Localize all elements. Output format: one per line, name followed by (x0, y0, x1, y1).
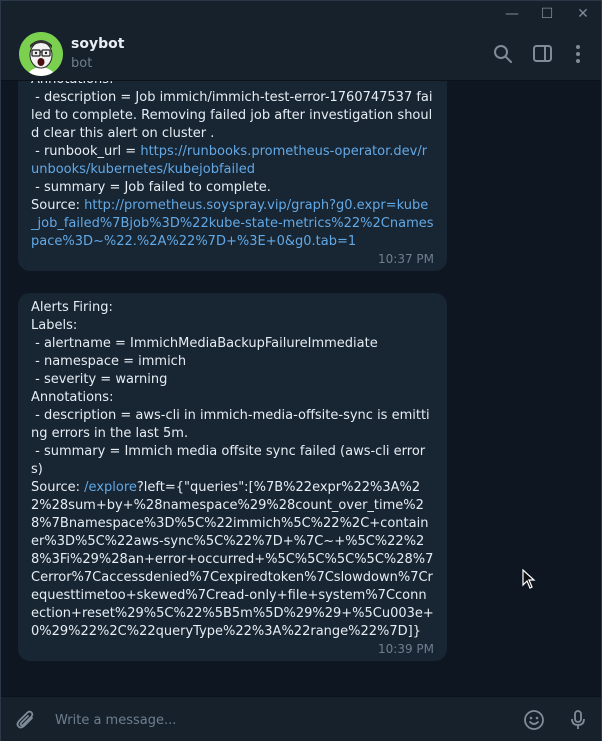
emoji-icon[interactable] (521, 707, 547, 733)
attach-icon[interactable] (13, 707, 39, 733)
maximize-button[interactable]: ☐ (533, 4, 561, 24)
message-line: - summary = Immich media offsite sync fa… (31, 444, 426, 477)
message-line: - runbook_url = https://runbooks.prometh… (31, 143, 434, 179)
chat-title: soybot (71, 36, 125, 52)
bot-avatar-icon (19, 32, 63, 76)
explore-link[interactable]: /explore (84, 480, 137, 495)
chat-subtitle: bot (71, 56, 93, 71)
source-link[interactable]: http://prometheus.soyspray.vip/graph?g0.… (31, 198, 434, 249)
app-window: — ☐ ✕ soybot bot - description = Job imm… (0, 0, 602, 741)
composer (1, 696, 601, 741)
message-line: - description = aws-cli in immich-media-… (31, 408, 430, 441)
search-icon[interactable] (490, 41, 516, 67)
line-prefix: Source: (31, 198, 85, 213)
line-prefix: - runbook_url = (31, 144, 141, 159)
message-line: - severity = warning (31, 372, 168, 387)
chat-header[interactable]: soybot bot (1, 27, 601, 81)
minimize-button[interactable]: — (498, 4, 526, 24)
line-suffix: ?left={"queries":[%7B%22expr%22%3A%22%28… (31, 480, 434, 639)
close-button[interactable]: ✕ (569, 4, 597, 24)
mouse-cursor-icon (522, 569, 536, 589)
more-vert-icon[interactable] (565, 41, 591, 67)
message-time: 10:39 PM (378, 642, 434, 656)
message-line: - summary = Job failed to complete. (31, 180, 271, 195)
message-line: Labels: (31, 318, 78, 333)
message-line: Source: http://prometheus.soyspray.vip/g… (31, 197, 434, 251)
message-line: - alertname = ImmichMediaBackupFailureIm… (31, 336, 378, 351)
message-list[interactable]: Annotations: - description = Job immich/… (1, 81, 601, 696)
avatar[interactable] (19, 32, 63, 76)
message-line: Annotations: (31, 390, 114, 405)
message-line: - description = Job immich/immich-test-e… (31, 90, 433, 141)
microphone-icon[interactable] (565, 707, 591, 733)
message-bubble[interactable]: Alerts Firing: Labels: - alertname = Imm… (18, 293, 447, 661)
message-line: Annotations: (31, 81, 434, 89)
sidebar-toggle-icon[interactable] (530, 41, 556, 67)
message-input[interactable] (55, 710, 475, 730)
message-line: - namespace = immich (31, 354, 187, 369)
message-time: 10:37 PM (378, 252, 434, 266)
message-line: Source: /explore?left={"queries":[%7B%22… (31, 479, 434, 641)
line-prefix: Source: (31, 480, 85, 495)
message-line: Alerts Firing: (31, 300, 113, 315)
message-bubble[interactable]: Annotations: - description = Job immich/… (18, 81, 447, 271)
title-bar: — ☐ ✕ (1, 1, 601, 27)
